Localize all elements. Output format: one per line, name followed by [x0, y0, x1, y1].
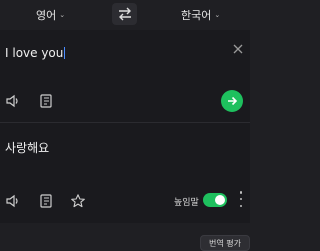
close-icon[interactable]: [231, 42, 245, 56]
arrow-right-icon: [228, 96, 238, 106]
more-icon[interactable]: [237, 191, 245, 207]
star-icon[interactable]: [70, 193, 86, 209]
target-language-selector[interactable]: 한국어 ⌄: [181, 7, 220, 23]
book-icon[interactable]: [38, 193, 54, 209]
book-icon[interactable]: [38, 93, 54, 109]
honorific-toggle[interactable]: [203, 193, 227, 207]
source-text: I love you: [5, 46, 64, 60]
language-bar: 영어 ⌄ 한국어 ⌄: [0, 0, 250, 32]
speaker-icon[interactable]: [5, 193, 21, 209]
chevron-down-icon: ⌄: [214, 11, 221, 19]
output-panel: 사랑해요 높임말: [0, 123, 250, 223]
speaker-icon[interactable]: [5, 93, 21, 109]
swap-languages-button[interactable]: [112, 3, 137, 25]
translated-text: 사랑해요: [5, 141, 50, 155]
toggle-knob: [215, 195, 225, 205]
source-language-label: 영어: [36, 9, 57, 22]
honorific-label: 높임말: [174, 198, 199, 208]
source-text-input[interactable]: I love you: [5, 46, 66, 60]
chevron-down-icon: ⌄: [59, 11, 66, 19]
swap-icon: [118, 7, 131, 21]
translate-button[interactable]: [221, 90, 243, 112]
text-cursor: [64, 47, 66, 59]
target-language-label: 한국어: [181, 9, 212, 22]
input-panel: I love you: [0, 30, 250, 123]
rate-translation-button[interactable]: 번역 평가: [200, 235, 250, 251]
source-language-selector[interactable]: 영어 ⌄: [36, 7, 65, 23]
